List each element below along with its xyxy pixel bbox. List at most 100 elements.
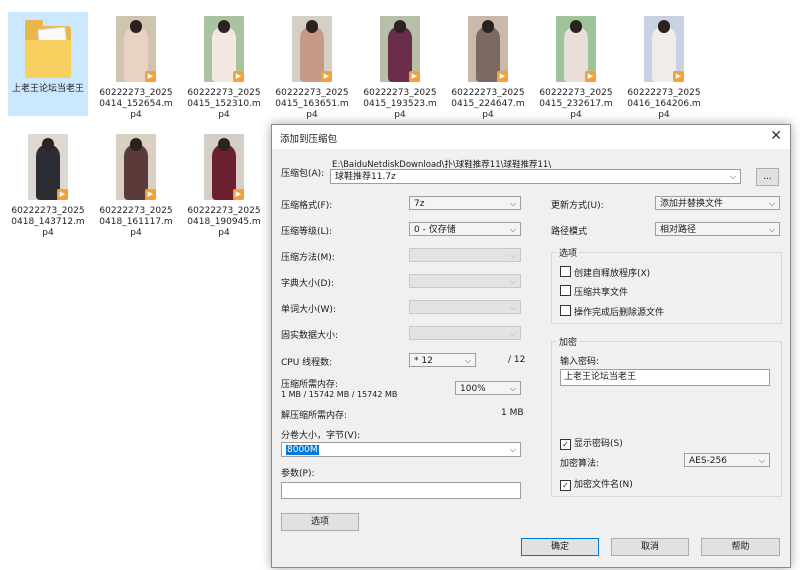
video-file-item[interactable]: ▶ 60222273_20250418_161117.mp4	[96, 130, 176, 238]
solid-select: ⌵	[409, 326, 521, 340]
play-icon: ▶	[233, 71, 244, 82]
file-name: 60222273_20250418_143712.mp4	[11, 206, 85, 238]
compress-shared-checkbox[interactable]: 压缩共享文件	[560, 285, 628, 298]
video-thumbnail: ▶	[204, 16, 244, 82]
video-file-item[interactable]: ▶ 60222273_20250415_232617.mp4	[536, 12, 616, 120]
video-thumbnail: ▶	[292, 16, 332, 82]
path-mode-label: 路径模式	[551, 227, 588, 237]
mem-percent-select[interactable]: 100% ⌵	[455, 381, 521, 395]
update-mode-select[interactable]: 添加并替换文件 ⌵	[655, 196, 780, 210]
file-name: 60222273_20250415_232617.mp4	[539, 88, 613, 120]
play-icon: ▶	[57, 189, 68, 200]
file-name: 60222273_20250416_164206.mp4	[627, 88, 701, 120]
update-mode-value: 添加并替换文件	[660, 199, 724, 209]
video-file-item[interactable]: ▶ 60222273_20250414_152654.mp4	[96, 12, 176, 120]
browse-button[interactable]: ...	[756, 168, 779, 186]
play-icon: ▶	[585, 71, 596, 82]
dialog-title: 添加到压缩包	[280, 134, 338, 145]
threads-value: * 12	[414, 356, 433, 366]
chevron-down-icon: ⌵	[509, 251, 516, 260]
play-icon: ▶	[233, 189, 244, 200]
file-name: 上老王论坛当老王	[11, 84, 84, 94]
video-file-item[interactable]: ▶ 60222273_20250415_152310.mp4	[184, 12, 264, 120]
video-file-item[interactable]: ▶ 60222273_20250418_190945.mp4	[184, 130, 264, 238]
delete-after-checkbox[interactable]: 操作完成后删除源文件	[560, 305, 664, 318]
video-file-item[interactable]: ▶ 60222273_20250415_193523.mp4	[360, 12, 440, 120]
ok-button[interactable]: 确定	[521, 538, 599, 556]
enc-method-label: 加密算法:	[560, 459, 600, 469]
archive-name-value: 球鞋推荐11.7z	[335, 172, 396, 182]
video-thumbnail: ▶	[380, 16, 420, 82]
checkmark-icon: ✓	[560, 480, 571, 491]
chevron-down-icon: ⌵	[509, 303, 516, 312]
video-thumbnail: ▶	[644, 16, 684, 82]
play-icon: ▶	[409, 71, 420, 82]
threads-max: / 12	[508, 355, 526, 365]
options-button[interactable]: 选项	[281, 513, 359, 531]
help-button[interactable]: 帮助	[701, 538, 780, 556]
enc-method-select[interactable]: AES-256 ⌵	[684, 453, 770, 467]
chevron-down-icon: ⌵	[509, 445, 516, 454]
add-to-archive-dialog: 添加到压缩包 ✕ 压缩包(A): E:\BaiduNetdiskDownload…	[271, 124, 791, 568]
solid-label: 固实数据大小:	[281, 331, 339, 341]
cancel-button[interactable]: 取消	[611, 538, 689, 556]
word-select: ⌵	[409, 300, 521, 314]
mem-decomp-label: 解压缩所需内存:	[281, 411, 348, 421]
video-thumbnail: ▶	[204, 134, 244, 200]
level-label: 压缩等级(L):	[281, 227, 333, 237]
path-mode-select[interactable]: 相对路径 ⌵	[655, 222, 780, 236]
video-file-item[interactable]: ▶ 60222273_20250418_143712.mp4	[8, 130, 88, 238]
dict-select: ⌵	[409, 274, 521, 288]
file-name: 60222273_20250415_163651.mp4	[275, 88, 349, 120]
params-input[interactable]	[281, 482, 521, 499]
archive-label: 压缩包(A):	[281, 169, 325, 179]
video-file-item[interactable]: ▶ 60222273_20250415_224647.mp4	[448, 12, 528, 120]
chevron-down-icon: ⌵	[509, 225, 516, 234]
mem-percent-value: 100%	[460, 384, 486, 394]
mem-decomp-value: 1 MB	[501, 408, 524, 418]
file-name: 60222273_20250415_193523.mp4	[363, 88, 437, 120]
level-select[interactable]: 0 - 仅存储 ⌵	[409, 222, 521, 236]
video-thumbnail: ▶	[28, 134, 68, 200]
play-icon: ▶	[673, 71, 684, 82]
folder-icon	[25, 18, 71, 78]
checkmark-icon: ✓	[560, 439, 571, 450]
split-size-value: 8000M	[286, 445, 319, 455]
file-name: 60222273_20250418_190945.mp4	[187, 206, 261, 238]
folder-item[interactable]: 上老王论坛当老王	[8, 12, 88, 116]
chevron-down-icon: ⌵	[768, 225, 775, 234]
split-label: 分卷大小，字节(V):	[281, 431, 361, 441]
split-size-combo[interactable]: 8000M ⌵	[281, 442, 521, 457]
show-password-checkbox[interactable]: ✓ 显示密码(S)	[560, 436, 623, 450]
video-thumbnail: ▶	[556, 16, 596, 82]
file-name: 60222273_20250418_161117.mp4	[99, 206, 173, 238]
encrypt-names-checkbox[interactable]: ✓ 加密文件名(N)	[560, 477, 633, 491]
options-group-title: 选项	[557, 246, 580, 259]
chevron-down-icon: ⌵	[509, 277, 516, 286]
encryption-group-title: 加密	[557, 335, 580, 348]
checkbox-icon	[560, 266, 571, 277]
play-icon: ▶	[145, 189, 156, 200]
chevron-down-icon: ⌵	[758, 456, 765, 465]
create-sfx-checkbox[interactable]: 创建自释放程序(X)	[560, 266, 650, 279]
close-icon[interactable]: ✕	[770, 128, 782, 144]
video-file-item[interactable]: ▶ 60222273_20250415_163651.mp4	[272, 12, 352, 120]
level-value: 0 - 仅存储	[414, 225, 456, 235]
file-name: 60222273_20250414_152654.mp4	[99, 88, 173, 120]
format-select[interactable]: 7z ⌵	[409, 196, 521, 210]
video-file-item[interactable]: ▶ 60222273_20250416_164206.mp4	[624, 12, 704, 120]
create-sfx-label: 创建自释放程序(X)	[574, 269, 651, 279]
path-mode-value: 相对路径	[660, 225, 697, 235]
password-label: 输入密码:	[560, 357, 600, 367]
file-name: 60222273_20250415_224647.mp4	[451, 88, 525, 120]
threads-select[interactable]: * 12 ⌵	[409, 353, 476, 367]
enc-method-value: AES-256	[689, 456, 727, 466]
video-thumbnail: ▶	[116, 134, 156, 200]
chevron-down-icon: ⌵	[509, 329, 516, 338]
password-input[interactable]: 上老王论坛当老王	[560, 369, 770, 386]
chevron-down-icon: ⌵	[768, 199, 775, 208]
encrypt-names-label: 加密文件名(N)	[574, 480, 633, 490]
checkbox-icon	[560, 285, 571, 296]
params-label: 参数(P):	[281, 469, 315, 479]
archive-name-combo[interactable]: 球鞋推荐11.7z ⌵	[330, 169, 741, 184]
